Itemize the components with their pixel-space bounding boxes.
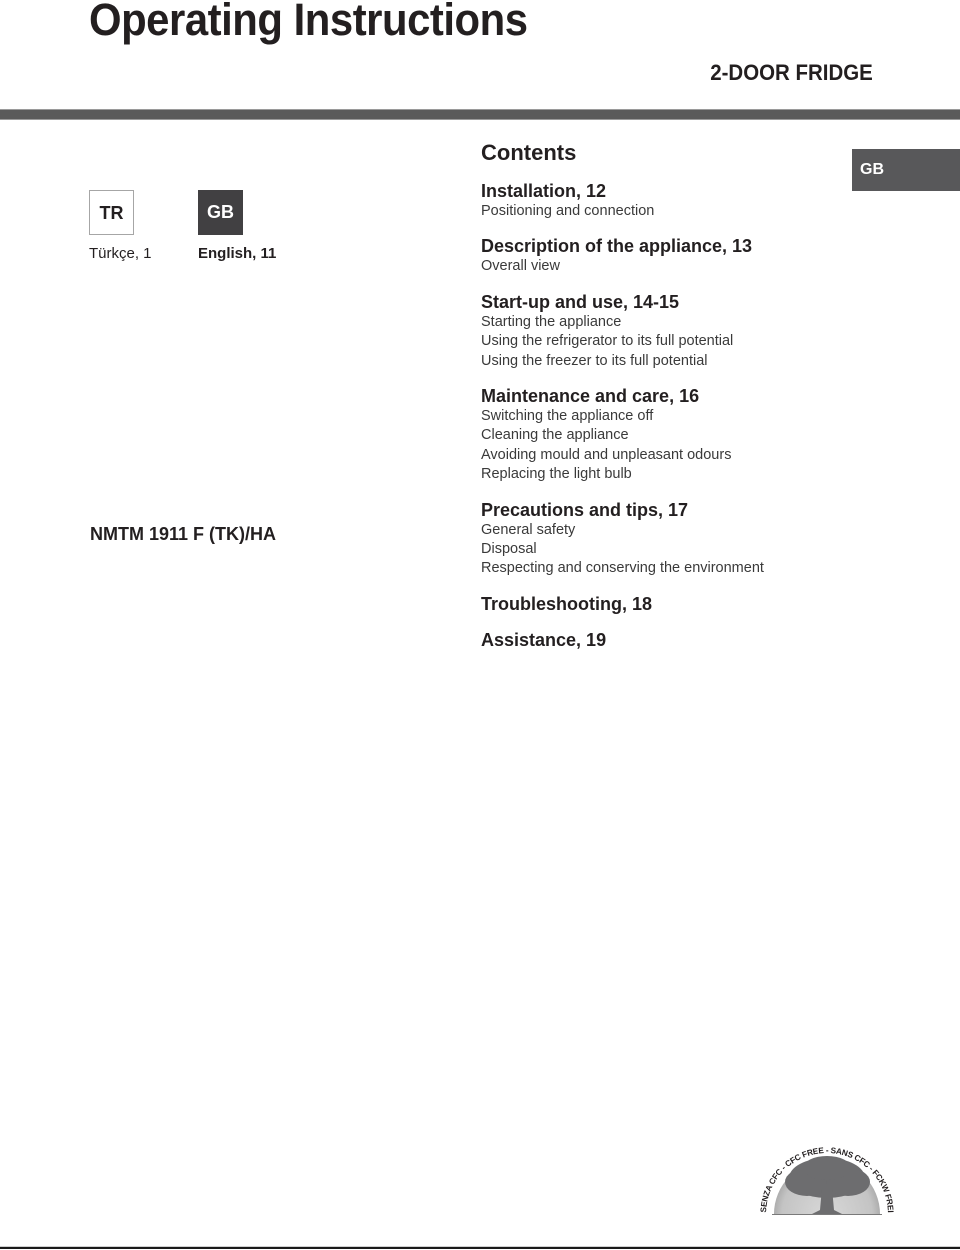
- toc-item[interactable]: Overall view: [481, 257, 764, 276]
- language-label-gb[interactable]: English, 11: [198, 245, 276, 262]
- toc-item[interactable]: Starting the appliance: [481, 313, 764, 332]
- toc-heading[interactable]: Troubleshooting, 18: [481, 594, 764, 615]
- language-box-tr[interactable]: TR: [89, 190, 134, 235]
- toc-item[interactable]: Replacing the light bulb: [481, 465, 764, 484]
- language-label-tr[interactable]: Türkçe, 1: [89, 245, 152, 262]
- toc-item[interactable]: Using the freezer to its full potential: [481, 352, 764, 371]
- toc-item[interactable]: Disposal: [481, 540, 764, 559]
- contents-title: Contents: [481, 140, 577, 165]
- toc-section-maintenance: Maintenance and care, 16 Switching the a…: [481, 386, 764, 485]
- toc-heading[interactable]: Precautions and tips, 17: [481, 500, 764, 521]
- toc-item[interactable]: Switching the appliance off: [481, 407, 764, 426]
- toc-item[interactable]: Avoiding mould and unpleasant odours: [481, 446, 764, 465]
- footer-divider: [0, 1246, 960, 1249]
- toc-item[interactable]: Using the refrigerator to its full poten…: [481, 332, 764, 351]
- toc-heading[interactable]: Installation, 12: [481, 181, 764, 202]
- toc-item[interactable]: Respecting and conserving the environmen…: [481, 559, 764, 578]
- toc-heading[interactable]: Assistance, 19: [481, 630, 764, 651]
- toc-section-precautions: Precautions and tips, 17 General safety …: [481, 500, 764, 579]
- header-divider-bar: [0, 109, 960, 120]
- model-number: NMTM 1911 F (TK)/HA: [90, 524, 277, 544]
- cfc-free-tree-logo-icon: SENZA CFC - CFC FREE - SANS CFC - FCKW F…: [759, 1146, 895, 1215]
- language-tab: GB: [852, 149, 960, 191]
- toc-item[interactable]: Positioning and connection: [481, 202, 764, 221]
- toc-section-installation: Installation, 12 Positioning and connect…: [481, 181, 764, 221]
- toc-section-troubleshooting: Troubleshooting, 18: [481, 594, 764, 615]
- product-type: 2-DOOR FRIDGE: [710, 60, 873, 85]
- toc-section-startup: Start-up and use, 14-15 Starting the app…: [481, 292, 764, 371]
- toc-item[interactable]: Cleaning the appliance: [481, 426, 764, 445]
- toc-heading[interactable]: Maintenance and care, 16: [481, 386, 764, 407]
- toc-section-assistance: Assistance, 19: [481, 630, 764, 651]
- toc-heading[interactable]: Start-up and use, 14-15: [481, 292, 764, 313]
- toc-heading[interactable]: Description of the appliance, 13: [481, 236, 764, 257]
- document-title: Operating Instructions: [89, 0, 528, 45]
- toc-item[interactable]: General safety: [481, 521, 764, 540]
- table-of-contents: Contents Installation, 12 Positioning an…: [481, 139, 764, 666]
- language-box-gb[interactable]: GB: [198, 190, 243, 235]
- toc-section-description: Description of the appliance, 13 Overall…: [481, 236, 764, 276]
